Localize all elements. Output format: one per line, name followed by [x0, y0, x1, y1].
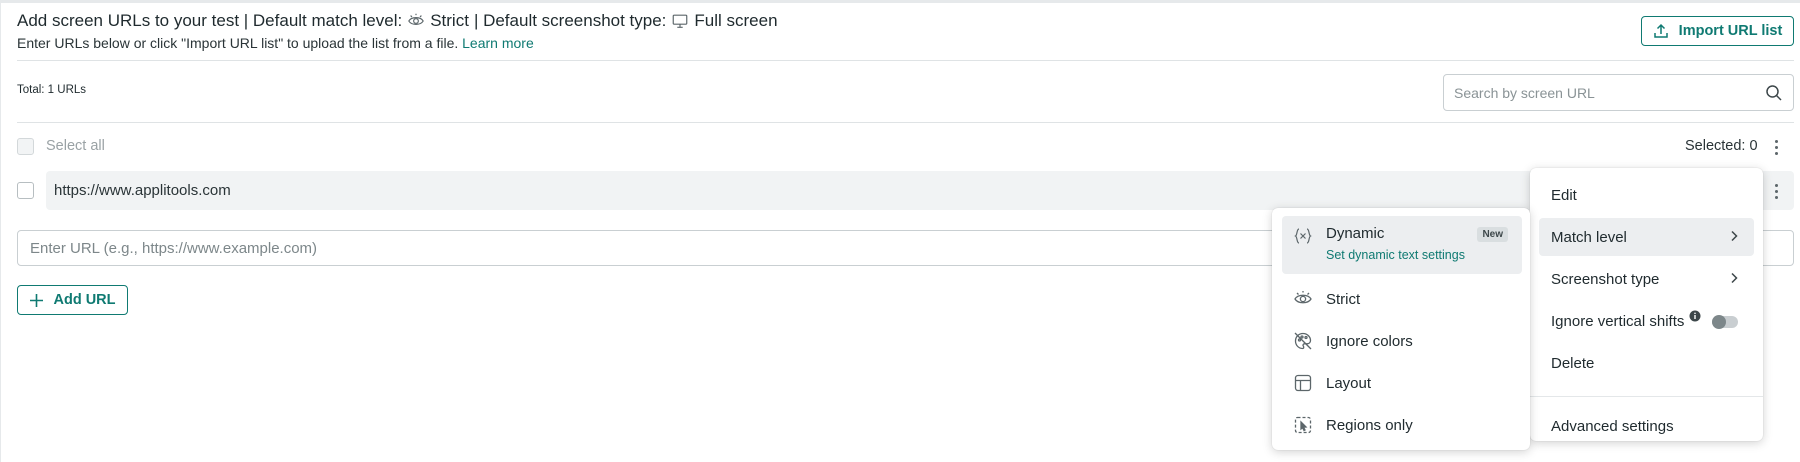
menu-item-label: Screenshot type: [1551, 270, 1660, 288]
row-url: https://www.applitools.com: [54, 182, 231, 199]
default-match-level: Strict: [430, 11, 469, 30]
match-level-submenu: Dynamic Set dynamic text settings New St…: [1272, 208, 1530, 450]
submenu-item-layout[interactable]: Layout: [1282, 362, 1522, 404]
dynamic-settings-link[interactable]: Set dynamic text settings: [1326, 248, 1465, 262]
submenu-item-label: Ignore colors: [1326, 332, 1413, 350]
menu-item-label: Edit: [1551, 186, 1577, 204]
eye-icon: [1292, 288, 1314, 310]
left-border: [0, 0, 1, 462]
menu-item-match-level[interactable]: Match level: [1539, 218, 1754, 256]
import-button-label: Import URL list: [1678, 23, 1783, 39]
submenu-item-dynamic[interactable]: Dynamic Set dynamic text settings New: [1282, 216, 1522, 274]
menu-item-label: Advanced settings: [1551, 417, 1674, 435]
title-text: Add screen URLs to your test | Default m…: [17, 11, 403, 30]
submenu-item-label: Strict: [1326, 290, 1361, 308]
search-field[interactable]: [1443, 74, 1794, 111]
page-title: Add screen URLs to your test | Default m…: [17, 10, 778, 32]
default-screenshot-type: Full screen: [694, 11, 778, 30]
toolbar-divider: [17, 122, 1794, 123]
add-url-label: Add URL: [53, 292, 116, 308]
plus-icon: [30, 293, 44, 307]
top-border: [0, 0, 1800, 3]
import-url-list-button[interactable]: Import URL list: [1641, 16, 1794, 46]
subtitle-text: Enter URLs below or click "Import URL li…: [17, 35, 459, 51]
menu-divider: [1530, 396, 1763, 397]
row-actions-kebab-icon[interactable]: [1767, 180, 1785, 202]
menu-item-ignore-vertical-shifts[interactable]: Ignore vertical shifts: [1539, 302, 1754, 340]
upload-icon: [1653, 23, 1668, 38]
menu-item-label: Delete: [1551, 354, 1595, 372]
search-icon[interactable]: [1765, 84, 1783, 102]
submenu-item-ignore-colors[interactable]: Ignore colors: [1282, 320, 1522, 362]
eye-icon: [407, 12, 425, 30]
palette-off-icon: [1292, 330, 1314, 352]
ignore-vertical-shifts-toggle[interactable]: [1712, 315, 1738, 329]
select-all-checkbox[interactable]: [17, 138, 34, 155]
row-context-menu: Edit Match level Screenshot type Ignore …: [1530, 168, 1763, 441]
learn-more-link[interactable]: Learn more: [462, 35, 534, 51]
row-checkbox[interactable]: [17, 182, 34, 199]
chevron-right-icon: [1731, 272, 1738, 284]
select-all-label: Select all: [46, 138, 105, 154]
menu-item-delete[interactable]: Delete: [1539, 344, 1754, 382]
submenu-item-label: Layout: [1326, 374, 1372, 392]
new-badge: New: [1477, 227, 1508, 242]
submenu-item-label: Dynamic: [1326, 225, 1385, 242]
selected-count: Selected: 0: [1685, 138, 1758, 154]
chevron-right-icon: [1731, 230, 1738, 242]
region-select-icon: [1292, 414, 1314, 436]
page-subtitle: Enter URLs below or click "Import URL li…: [17, 35, 534, 51]
info-icon[interactable]: [1689, 310, 1701, 322]
add-url-button[interactable]: Add URL: [17, 285, 128, 315]
search-input[interactable]: [1454, 84, 1765, 101]
variable-icon: [1292, 225, 1314, 247]
total-count: Total: 1 URLs: [17, 84, 87, 96]
title-separator: | Default screenshot type:: [473, 11, 667, 30]
submenu-item-strict[interactable]: Strict: [1282, 278, 1522, 320]
submenu-item-label: Regions only: [1326, 416, 1413, 434]
layout-icon: [1292, 372, 1314, 394]
header-divider: [17, 60, 1794, 61]
menu-item-advanced-settings[interactable]: Advanced settings: [1539, 407, 1754, 445]
menu-item-label: Match level: [1551, 228, 1627, 246]
monitor-icon: [671, 12, 689, 30]
menu-item-label: Ignore vertical shifts: [1551, 312, 1685, 330]
menu-item-edit[interactable]: Edit: [1539, 176, 1754, 214]
menu-item-screenshot-type[interactable]: Screenshot type: [1539, 260, 1754, 298]
submenu-item-regions-only[interactable]: Regions only: [1282, 404, 1522, 446]
bulk-actions-kebab-icon[interactable]: [1767, 136, 1785, 158]
